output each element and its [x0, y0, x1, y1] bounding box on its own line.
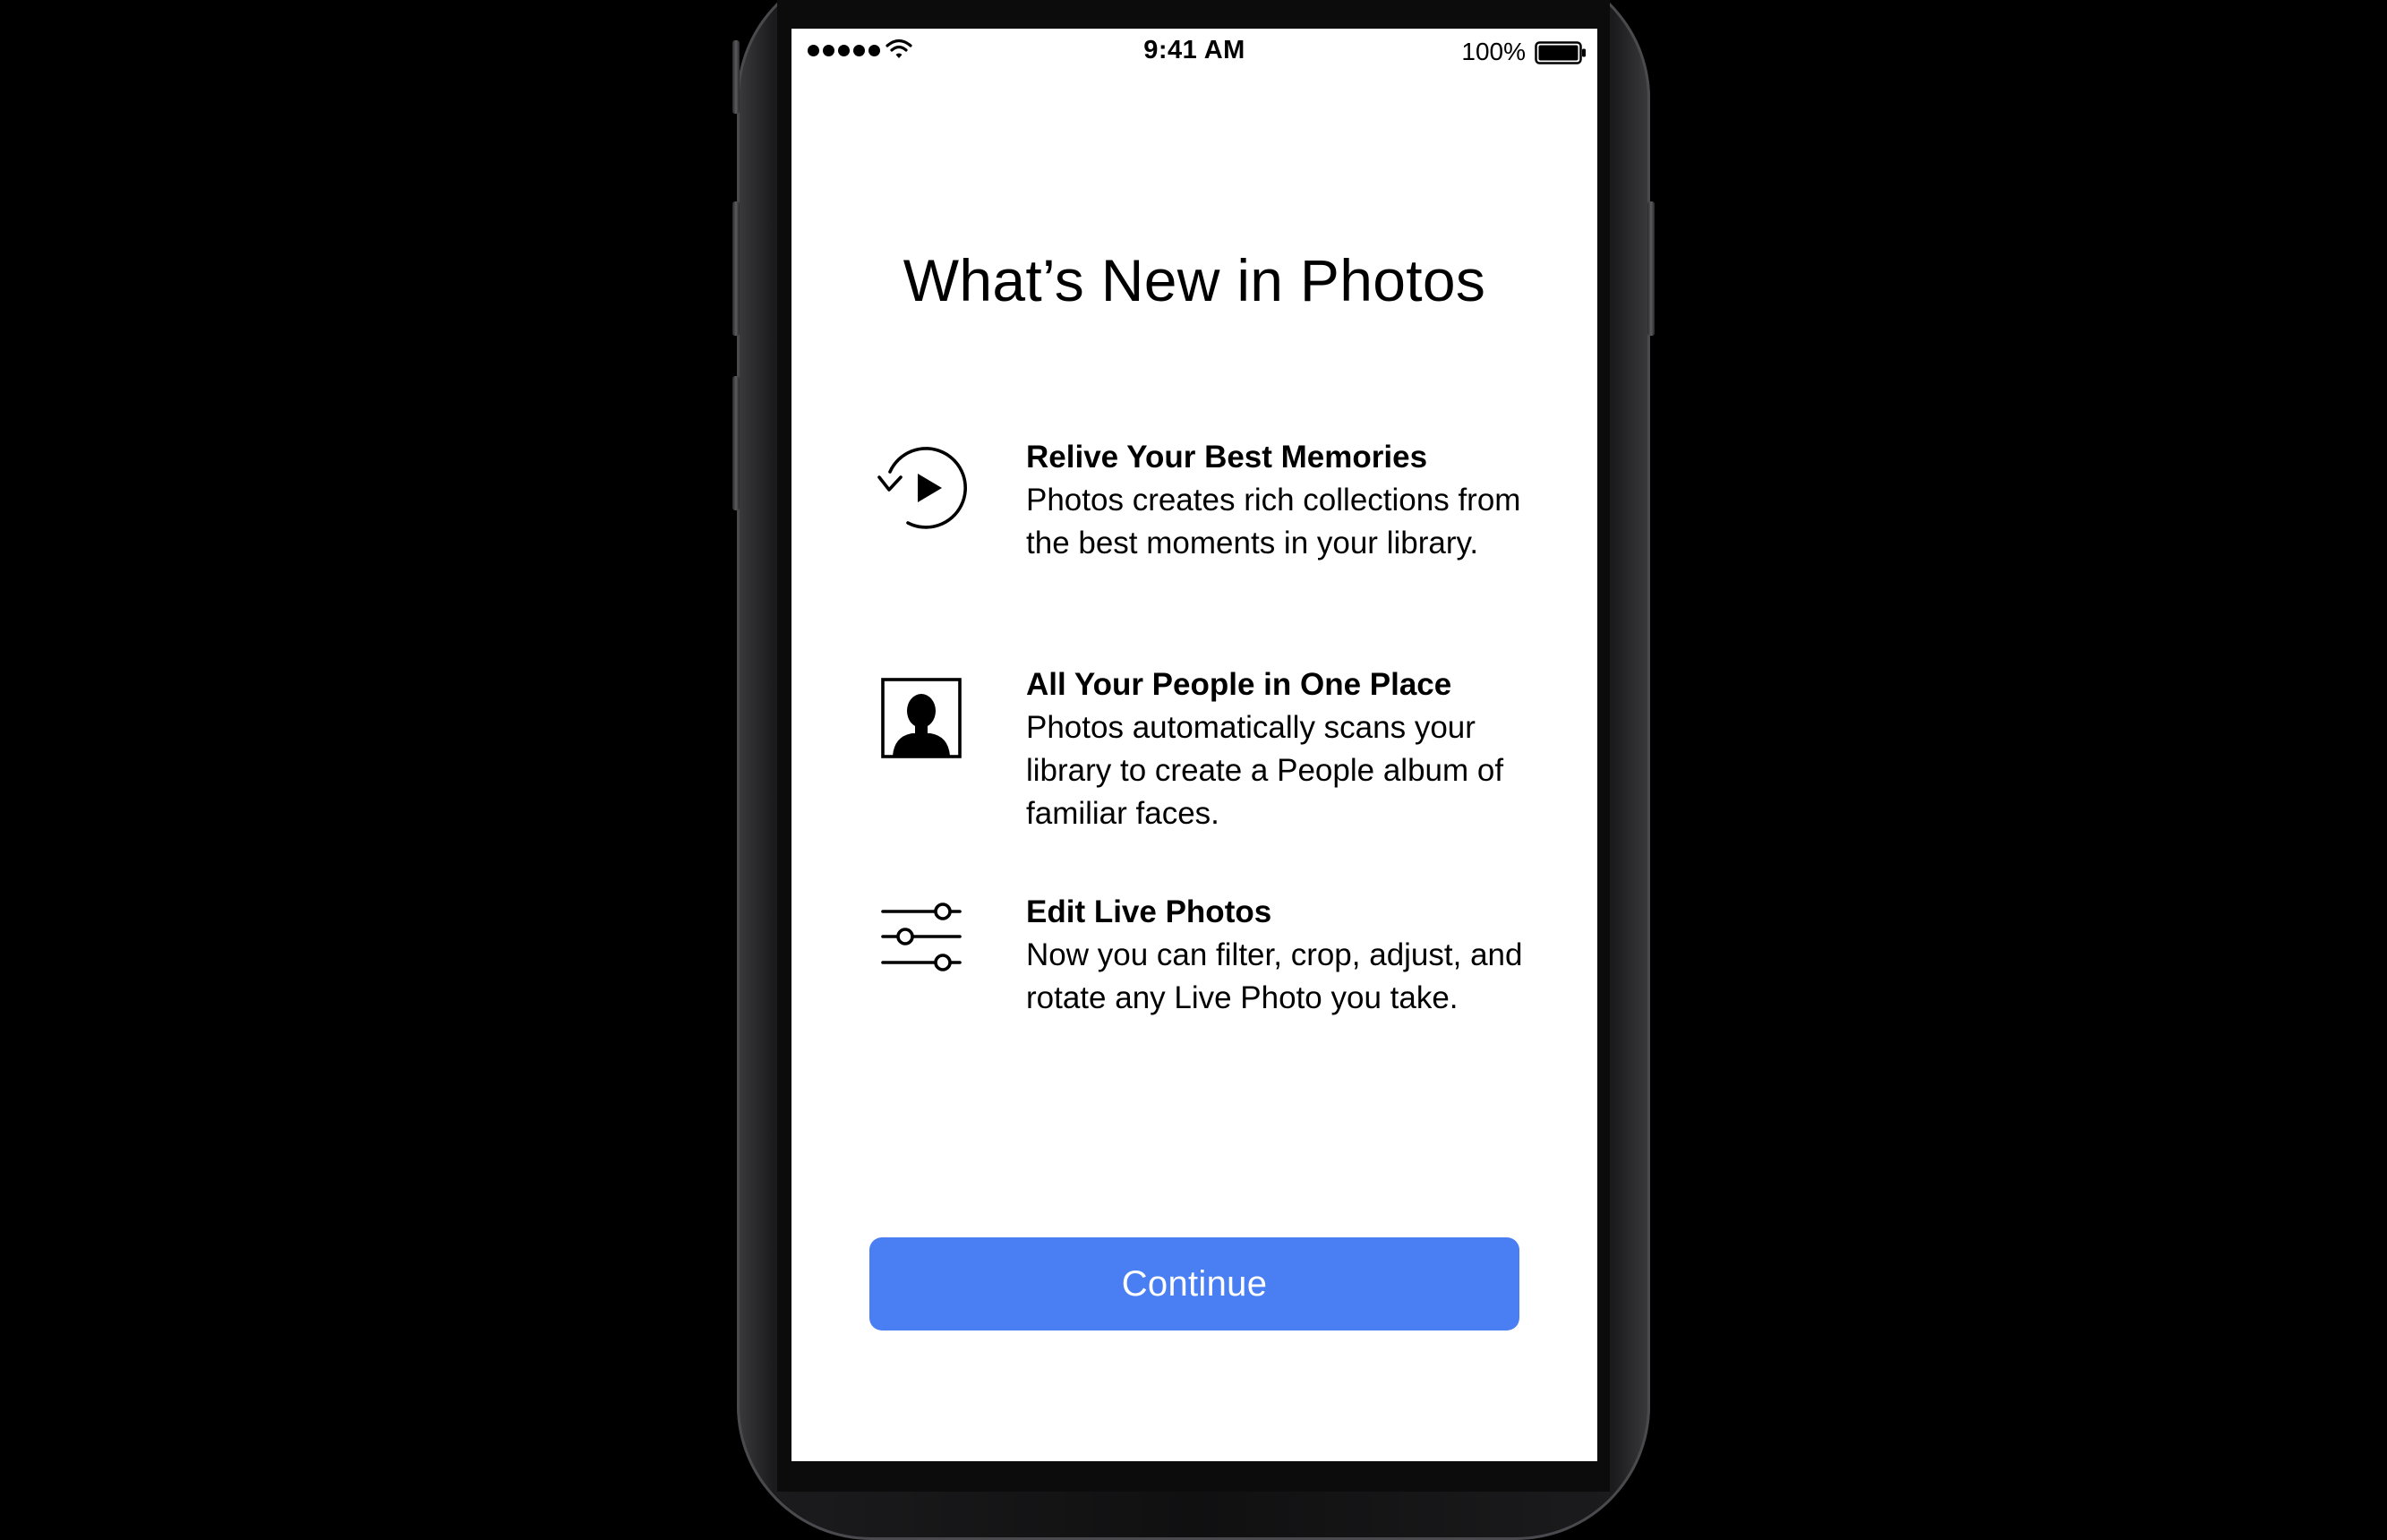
battery-icon	[1535, 41, 1586, 64]
memories-replay-icon	[877, 447, 967, 529]
page-title: What’s New in Photos	[903, 247, 1486, 313]
mute-switch	[732, 40, 740, 114]
people-portrait-icon	[881, 678, 962, 758]
adjust-sliders-icon	[881, 903, 962, 971]
feature-heading: Edit Live Photos	[1026, 894, 1272, 929]
continue-button[interactable]: Continue	[869, 1237, 1519, 1330]
volume-up-button	[732, 201, 740, 336]
battery-percentage: 100%	[1461, 38, 1526, 65]
phone-screen: 9:41 AM 100% What’s New in Photos Relive…	[791, 29, 1597, 1461]
feature-description: Photos automatically scans your library …	[1026, 710, 1504, 831]
feature-text-memories: Relive Your Best Memories Photos creates…	[1026, 436, 1563, 565]
feature-heading: All Your People in One Place	[1026, 667, 1452, 702]
status-bar: 9:41 AM 100%	[791, 29, 1597, 73]
feature-description: Now you can filter, crop, adjust, and ro…	[1026, 937, 1523, 1015]
feature-text-live-photos: Edit Live Photos Now you can filter, cro…	[1026, 891, 1563, 1020]
volume-down-button	[732, 376, 740, 510]
feature-heading: Relive Your Best Memories	[1026, 440, 1428, 475]
feature-description: Photos creates rich collections from the…	[1026, 483, 1521, 560]
power-button	[1647, 201, 1655, 336]
feature-text-people: All Your People in One Place Photos auto…	[1026, 663, 1563, 835]
